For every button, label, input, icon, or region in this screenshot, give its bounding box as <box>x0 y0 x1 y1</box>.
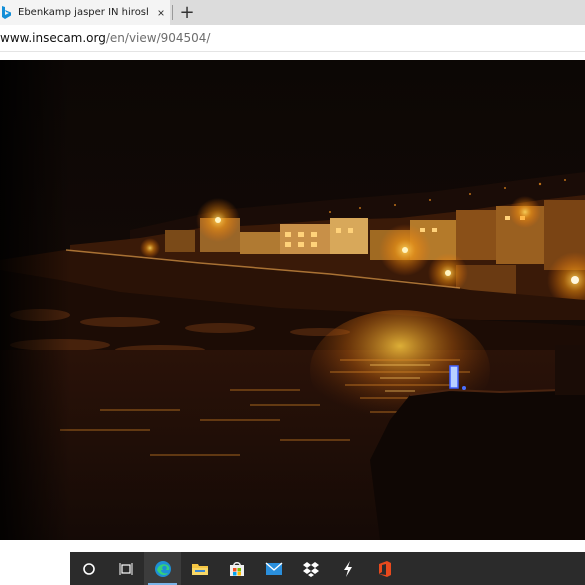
browser-tab[interactable]: Ebenkamp jasper IN hiroshima s × <box>0 0 170 25</box>
screen: Ebenkamp jasper IN hiroshima s × + www.i… <box>0 0 585 585</box>
url-path: /en/view/904504/ <box>105 31 211 45</box>
bing-b-icon <box>0 5 12 21</box>
edge-browser-icon[interactable] <box>144 552 181 585</box>
tab-title: Ebenkamp jasper IN hiroshima s <box>18 7 148 18</box>
taskbar <box>70 552 585 585</box>
new-tab-button[interactable]: + <box>177 2 197 23</box>
url-text[interactable]: www.insecam.org/en/view/904504/ <box>0 31 210 45</box>
tab-close-icon[interactable]: × <box>154 6 168 20</box>
mail-icon[interactable] <box>255 552 292 585</box>
page-bottom-margin <box>0 552 70 585</box>
microsoft-store-icon[interactable] <box>218 552 255 585</box>
dropbox-icon[interactable] <box>292 552 329 585</box>
office-icon[interactable] <box>366 552 403 585</box>
tab-separator <box>172 5 173 20</box>
file-explorer-icon[interactable] <box>181 552 218 585</box>
lightning-app-icon[interactable] <box>329 552 366 585</box>
web-page <box>0 52 585 552</box>
url-host: www.insecam.org <box>0 31 106 45</box>
webcam-image[interactable] <box>0 60 585 540</box>
cortana-circle-icon[interactable] <box>70 552 107 585</box>
tab-strip: Ebenkamp jasper IN hiroshima s × + <box>0 0 585 25</box>
address-bar[interactable]: www.insecam.org/en/view/904504/ <box>0 25 585 52</box>
task-view-icon[interactable] <box>107 552 144 585</box>
